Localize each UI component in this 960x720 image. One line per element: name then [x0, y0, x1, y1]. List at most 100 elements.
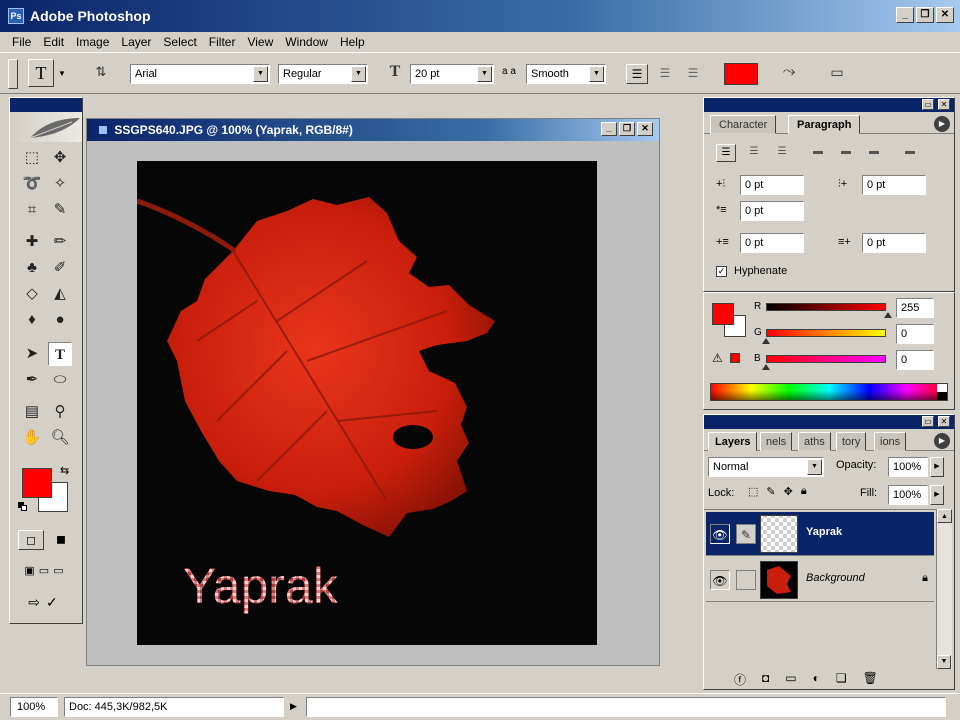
paint-bucket-tool-icon[interactable]: ◭ — [48, 282, 72, 306]
adjustment-layer-icon[interactable]: ◐ — [813, 671, 820, 688]
document-titlebar[interactable]: SSGPS640.JPG @ 100% (Yaprak, RGB/8#) _ ❐… — [87, 119, 659, 141]
tab-character[interactable]: Character — [710, 115, 777, 134]
foreground-color-swatch[interactable] — [22, 468, 52, 498]
zoom-field[interactable]: 100% — [10, 697, 58, 717]
menu-select[interactable]: Select — [157, 35, 202, 49]
image-canvas[interactable]: Yaprak — [137, 161, 597, 645]
font-size-select[interactable]: 20 pt ▼ — [410, 64, 494, 84]
move-tool-icon[interactable]: ✥ — [48, 146, 72, 170]
red-slider-thumb[interactable] — [884, 312, 892, 318]
scroll-up-icon[interactable]: ▲ — [937, 509, 952, 523]
antialias-select[interactable]: Smooth ▼ — [526, 64, 606, 84]
menu-edit[interactable]: Edit — [37, 35, 70, 49]
tab-paragraph[interactable]: Paragraph — [788, 115, 861, 134]
magic-wand-tool-icon[interactable]: ✧ — [48, 172, 72, 196]
clone-stamp-tool-icon[interactable]: ♣ — [20, 256, 44, 280]
green-slider-thumb[interactable] — [762, 338, 770, 344]
fill-field[interactable]: 100% — [888, 485, 928, 505]
eyedropper-tool-icon[interactable]: ⚲ — [48, 400, 72, 424]
status-menu-arrow-icon[interactable]: ▶ — [290, 701, 297, 712]
color-ramp[interactable] — [710, 383, 948, 401]
opacity-field[interactable]: 100% — [888, 457, 928, 477]
font-family-select[interactable]: Arial ▼ — [130, 64, 270, 84]
green-value-field[interactable]: 0 — [896, 324, 934, 344]
justify-all-button[interactable]: ▬ — [900, 144, 920, 162]
brush-tool-icon[interactable]: ✏ — [48, 230, 72, 254]
layers-panel-header[interactable]: ▭ ✕ — [704, 415, 954, 429]
align-right-paragraph-button[interactable]: ☰ — [772, 144, 792, 162]
text-orientation-icon[interactable]: ⇅ — [90, 62, 112, 84]
align-left-paragraph-button[interactable]: ☰ — [716, 144, 736, 162]
align-center-paragraph-button[interactable]: ☰ — [744, 144, 764, 162]
dodge-tool-icon[interactable]: ● — [48, 308, 72, 332]
lock-all-icon[interactable]: 🔒︎ — [801, 485, 807, 498]
fill-arrow-icon[interactable]: ▶ — [930, 485, 944, 505]
options-grip[interactable] — [8, 59, 18, 89]
hyphenate-checkbox[interactable]: ✓ — [716, 266, 727, 277]
notes-tool-icon[interactable]: ▤ — [20, 400, 44, 424]
indent-right-field[interactable]: 0 pt — [862, 175, 926, 195]
link-slot[interactable] — [736, 570, 756, 590]
screen-mode-buttons[interactable]: ▣▭▭ — [18, 562, 74, 582]
opacity-arrow-icon[interactable]: ▶ — [930, 457, 944, 477]
history-brush-tool-icon[interactable]: ✐ — [48, 256, 72, 280]
tab-history[interactable]: tory — [836, 432, 867, 451]
blue-value-field[interactable]: 0 — [896, 350, 934, 370]
crop-tool-icon[interactable]: ⌗ — [20, 198, 44, 222]
justify-center-button[interactable]: ▬ — [836, 144, 856, 162]
menu-image[interactable]: Image — [70, 35, 115, 49]
doc-restore-button[interactable]: ❐ — [619, 122, 635, 136]
layers-minimize-button[interactable]: ▭ — [922, 416, 934, 427]
color-foreground-swatch[interactable] — [712, 303, 734, 325]
pen-tool-icon[interactable]: ✒ — [20, 368, 44, 392]
tool-preset-picker[interactable]: T — [28, 59, 54, 87]
add-mask-icon[interactable]: ◘ — [762, 671, 769, 688]
menu-layer[interactable]: Layer — [115, 35, 157, 49]
default-colors-icon[interactable] — [18, 502, 28, 512]
new-set-icon[interactable]: ▭ — [785, 671, 796, 688]
align-left-button[interactable]: ☰ — [626, 64, 648, 84]
scroll-down-icon[interactable]: ▼ — [937, 655, 951, 669]
space-after-field[interactable]: 0 pt — [862, 233, 926, 253]
green-slider[interactable] — [766, 329, 886, 337]
layer-row-background[interactable]: 👁︎ Background 🔒︎ — [706, 558, 934, 602]
marquee-tool-icon[interactable]: ⬚ — [20, 146, 44, 170]
blue-slider[interactable] — [766, 355, 886, 363]
healing-brush-tool-icon[interactable]: ✚ — [20, 230, 44, 254]
align-right-button[interactable]: ☰ — [682, 64, 704, 84]
blur-tool-icon[interactable]: ♦ — [20, 308, 44, 332]
palettes-toggle-icon[interactable]: ▭ — [826, 62, 848, 84]
menu-filter[interactable]: Filter — [203, 35, 242, 49]
menu-window[interactable]: Window — [279, 35, 334, 49]
layer-style-icon[interactable]: ⓕ — [734, 671, 746, 688]
blue-slider-thumb[interactable] — [762, 364, 770, 370]
quick-mask-button[interactable]: ◼ — [48, 530, 74, 550]
layers-menu-icon[interactable]: ▶ — [934, 433, 950, 449]
hand-tool-icon[interactable]: ✋ — [20, 426, 44, 450]
menu-view[interactable]: View — [241, 35, 279, 49]
tab-layers[interactable]: Layers — [708, 432, 758, 451]
eraser-tool-icon[interactable]: ◇ — [20, 282, 44, 306]
font-style-select[interactable]: Regular ▼ — [278, 64, 368, 84]
close-button[interactable]: ✕ — [936, 7, 954, 23]
blend-mode-select[interactable]: Normal ▼ — [708, 457, 824, 477]
swap-colors-icon[interactable]: ⇆ — [60, 464, 69, 477]
gamut-warning-icon[interactable]: ⚠ — [712, 351, 723, 365]
menu-help[interactable]: Help — [334, 35, 371, 49]
layers-scrollbar[interactable]: ▲ ▼ — [936, 509, 952, 669]
layers-close-button[interactable]: ✕ — [938, 416, 950, 427]
layer-row-yaprak[interactable]: 👁︎ ✎ Yaprak — [706, 512, 934, 556]
jump-to-imageready-button[interactable]: ⇨✓ — [18, 592, 74, 614]
restore-button[interactable]: ❐ — [916, 7, 934, 23]
zoom-tool-icon[interactable]: 🔍︎ — [48, 426, 72, 450]
lock-pixels-icon[interactable]: ✎ — [766, 485, 775, 498]
justify-right-button[interactable]: ▬ — [864, 144, 884, 162]
paragraph-panel-header[interactable]: ▭ ✕ — [704, 98, 954, 112]
delete-layer-icon[interactable]: 🗑︎ — [863, 671, 878, 688]
menu-file[interactable]: File — [6, 35, 37, 49]
shape-tool-icon[interactable]: ⬭ — [48, 368, 72, 392]
new-layer-icon[interactable]: ❏ — [836, 671, 847, 688]
warp-text-icon[interactable]: ⤳ — [778, 62, 800, 84]
align-center-button[interactable]: ☰ — [654, 64, 676, 84]
lasso-tool-icon[interactable]: ➰ — [20, 172, 44, 196]
